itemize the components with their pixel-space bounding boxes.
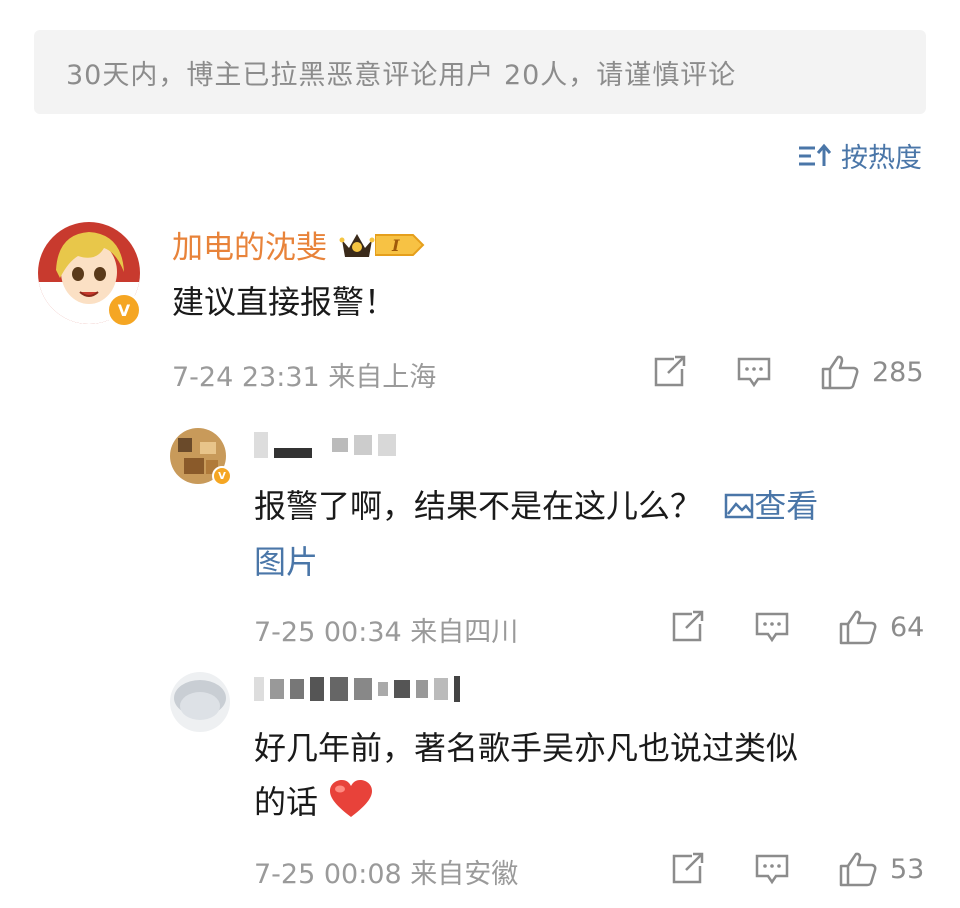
- like-count: 285: [872, 356, 924, 388]
- comment-meta: 7-24 23:31 来自上海: [172, 355, 436, 394]
- comment-icon: [737, 357, 771, 388]
- reply-actions: 64: [670, 609, 924, 645]
- crown-icon: [339, 233, 375, 257]
- verified-v-icon: V: [106, 292, 142, 328]
- comment-icon: [755, 612, 789, 643]
- like-count: 53: [890, 853, 925, 885]
- verified-v-icon: V: [212, 466, 232, 486]
- like-button[interactable]: 64: [838, 609, 924, 645]
- vip-crown-badge: I: [339, 230, 425, 260]
- reply-avatar[interactable]: [170, 672, 230, 732]
- share-button[interactable]: [652, 355, 688, 389]
- svg-text:I: I: [391, 236, 400, 255]
- comment-time: 7-24 23:31: [172, 362, 320, 393]
- share-icon: [654, 355, 686, 387]
- thumbs-up-icon: [839, 852, 877, 887]
- reply-meta: 7-25 00:08 来自安徽: [254, 852, 518, 891]
- blurred-username: [254, 676, 460, 702]
- share-button[interactable]: [670, 852, 706, 886]
- level-badge: I: [375, 233, 425, 256]
- share-button[interactable]: [670, 610, 706, 644]
- reply-location: 来自安徽: [410, 859, 519, 890]
- comment-author[interactable]: 加电的沈斐 I: [172, 222, 425, 267]
- reply-button[interactable]: [736, 355, 772, 389]
- share-icon: [672, 852, 704, 884]
- heart-emoji-icon: [330, 780, 373, 817]
- reply-time: 7-25 00:08: [254, 859, 402, 890]
- reply-text: 好几年前，著名歌手吴亦凡也说过类似: [254, 729, 799, 767]
- reply-time: 7-25 00:34: [254, 617, 402, 648]
- notice-text: 30天内，博主已拉黑恶意评论用户 20人，请谨慎评论: [66, 59, 737, 91]
- thumbs-up-icon: [839, 610, 877, 645]
- share-icon: [672, 610, 704, 642]
- comment-location: 来自上海: [328, 362, 437, 393]
- comment-icon: [755, 854, 789, 885]
- blurred-username: [254, 432, 396, 458]
- sort-icon: [799, 143, 831, 166]
- comment-text: 建议直接报警！: [172, 283, 397, 321]
- author-name[interactable]: 加电的沈斐: [172, 222, 327, 267]
- like-button[interactable]: 285: [820, 354, 924, 390]
- reply-text-line2: 的话: [254, 774, 374, 830]
- reply-button[interactable]: [754, 610, 790, 644]
- sort-label: 按热度: [841, 143, 922, 174]
- reply-meta: 7-25 00:34 来自四川: [254, 610, 518, 649]
- thumbs-up-icon: [821, 355, 859, 390]
- view-image-link[interactable]: 查看: [724, 487, 818, 525]
- image-icon: [724, 493, 754, 519]
- reply-location: 来自四川: [410, 617, 519, 648]
- view-image-link-line2[interactable]: 图片: [254, 534, 318, 590]
- reply-actions: 53: [670, 851, 924, 887]
- like-count: 64: [890, 611, 925, 643]
- reply-text: 报警了啊，结果不是在这儿么？ 查看: [254, 487, 819, 525]
- sort-by-hot-button[interactable]: 按热度: [797, 136, 922, 175]
- blocked-users-notice: 30天内，博主已拉黑恶意评论用户 20人，请谨慎评论: [34, 30, 926, 114]
- reply-button[interactable]: [754, 852, 790, 886]
- like-button[interactable]: 53: [838, 851, 924, 887]
- comment-actions: 285: [652, 354, 924, 390]
